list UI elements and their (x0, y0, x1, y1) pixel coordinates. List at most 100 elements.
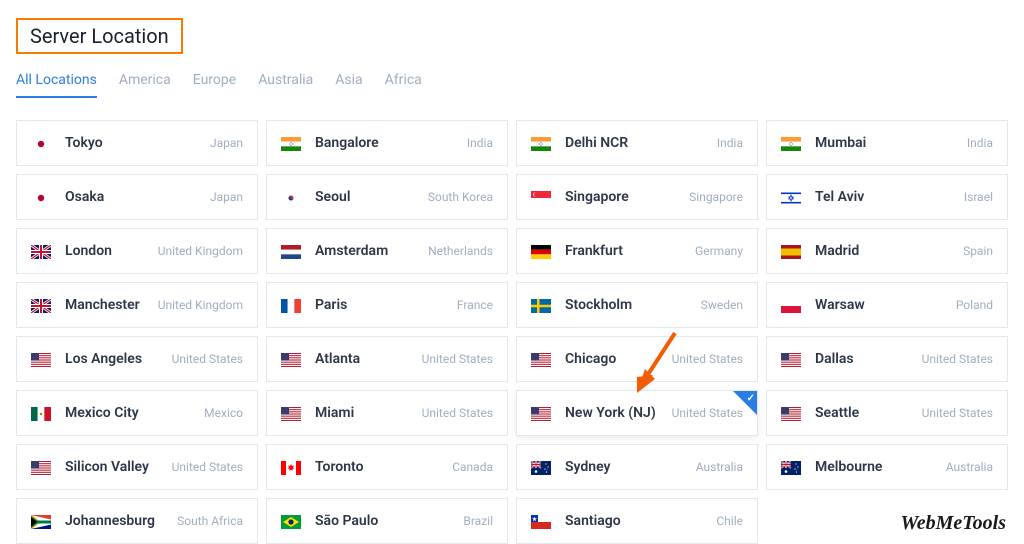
tab-australia[interactable]: Australia (258, 72, 313, 98)
location-city: Tel Aviv (815, 189, 956, 205)
location-card[interactable]: AtlantaUnited States (266, 336, 508, 382)
location-card[interactable]: BangaloreIndia (266, 120, 508, 166)
location-city: Delhi NCR (565, 135, 709, 151)
page-title: Server Location (30, 24, 169, 48)
location-country: Singapore (689, 190, 743, 204)
location-city: Paris (315, 297, 449, 313)
location-card[interactable]: Tel Aviv Israel (766, 174, 1008, 220)
tab-america[interactable]: America (119, 72, 171, 98)
watermark: WebMeTools (900, 512, 1006, 535)
location-card[interactable]: Johannesburg South Africa (16, 498, 258, 544)
location-city: Warsaw (815, 297, 948, 313)
flag-icon (531, 298, 551, 312)
location-country: Israel (964, 190, 993, 204)
flag-icon (281, 298, 301, 312)
tab-all-locations[interactable]: All Locations (16, 72, 97, 98)
tabs: All Locations America Europe Australia Asia A… (16, 72, 1008, 98)
location-city: Singapore (565, 189, 681, 205)
location-city: Madrid (815, 243, 955, 259)
location-city: Osaka (65, 189, 202, 205)
location-city: Melbourne (815, 459, 938, 475)
location-card[interactable]: São PauloBrazil (266, 498, 508, 544)
flag-icon (281, 460, 301, 474)
location-city: Santiago (565, 513, 708, 529)
location-card[interactable]: ParisFrance (266, 282, 508, 328)
location-card[interactable]: London United Kingdom (16, 228, 258, 274)
location-card[interactable]: Osaka Japan (16, 174, 258, 220)
location-country: United States (672, 352, 743, 366)
flag-icon (31, 298, 51, 312)
location-card[interactable]: TokyoJapan (16, 120, 258, 166)
location-city: Los Angeles (65, 351, 164, 367)
location-card[interactable]: MumbaiIndia (766, 120, 1008, 166)
location-card[interactable]: MiamiUnited States (266, 390, 508, 436)
location-city: New York (NJ) (565, 405, 664, 421)
location-city: London (65, 243, 150, 259)
location-country: Germany (695, 244, 743, 258)
flag-icon (531, 136, 551, 150)
location-country: United States (922, 352, 993, 366)
flag-icon (531, 244, 551, 258)
location-city: Sydney (565, 459, 688, 475)
location-city: Frankfurt (565, 243, 687, 259)
location-card[interactable]: New York (NJ)United States✓ (516, 390, 758, 436)
flag-icon (531, 514, 551, 528)
flag-icon (31, 406, 51, 420)
flag-icon (781, 298, 801, 312)
location-card[interactable]: MelbourneAustralia (766, 444, 1008, 490)
location-card[interactable]: Madrid Spain (766, 228, 1008, 274)
location-country: Japan (210, 136, 243, 150)
location-card[interactable]: SantiagoChile (516, 498, 758, 544)
location-card[interactable]: Frankfurt Germany (516, 228, 758, 274)
flag-icon (31, 244, 51, 258)
location-city: Seoul (315, 189, 420, 205)
location-country: Japan (210, 190, 243, 204)
location-country: Sweden (701, 298, 743, 312)
flag-icon (31, 460, 51, 474)
location-country: South Korea (428, 190, 493, 204)
tab-asia[interactable]: Asia (335, 72, 362, 98)
tab-europe[interactable]: Europe (193, 72, 236, 98)
location-card[interactable]: ChicagoUnited States (516, 336, 758, 382)
location-city: Mexico City (65, 405, 196, 421)
location-card[interactable]: Dallas United States (766, 336, 1008, 382)
location-city: Manchester (65, 297, 150, 313)
location-card[interactable]: StockholmSweden (516, 282, 758, 328)
location-card[interactable]: Mexico CityMexico (16, 390, 258, 436)
location-city: Johannesburg (65, 513, 169, 529)
location-city: Silicon Valley (65, 459, 164, 475)
location-card[interactable]: ManchesterUnited Kingdom (16, 282, 258, 328)
location-city: São Paulo (315, 513, 455, 529)
location-city: Mumbai (815, 135, 959, 151)
location-card[interactable]: SeattleUnited States (766, 390, 1008, 436)
location-city: Amsterdam (315, 243, 420, 259)
flag-icon (531, 460, 551, 474)
flag-icon (781, 190, 801, 204)
location-city: Seattle (815, 405, 914, 421)
location-country: Spain (963, 244, 993, 258)
location-card[interactable]: Los AngelesUnited States (16, 336, 258, 382)
location-card[interactable]: Singapore Singapore (516, 174, 758, 220)
flag-icon (31, 514, 51, 528)
location-country: United Kingdom (158, 244, 243, 258)
location-grid: TokyoJapanBangaloreIndiaDelhi NCRIndiaMu… (16, 120, 1008, 544)
flag-icon (281, 244, 301, 258)
location-card[interactable]: TorontoCanada (266, 444, 508, 490)
tab-africa[interactable]: Africa (385, 72, 422, 98)
location-card[interactable]: Seoul South Korea (266, 174, 508, 220)
location-card[interactable]: AmsterdamNetherlands (266, 228, 508, 274)
flag-icon (531, 190, 551, 204)
location-card[interactable]: Silicon ValleyUnited States (16, 444, 258, 490)
flag-icon (281, 406, 301, 420)
flag-icon (281, 190, 301, 204)
location-card[interactable]: Delhi NCRIndia (516, 120, 758, 166)
location-card[interactable]: SydneyAustralia (516, 444, 758, 490)
flag-icon (281, 136, 301, 150)
location-country: India (467, 136, 493, 150)
location-card[interactable]: Warsaw Poland (766, 282, 1008, 328)
flag-icon (281, 514, 301, 528)
location-country: Poland (956, 298, 993, 312)
location-country: South Africa (177, 514, 243, 528)
flag-icon (31, 190, 51, 204)
location-city: Dallas (815, 351, 914, 367)
